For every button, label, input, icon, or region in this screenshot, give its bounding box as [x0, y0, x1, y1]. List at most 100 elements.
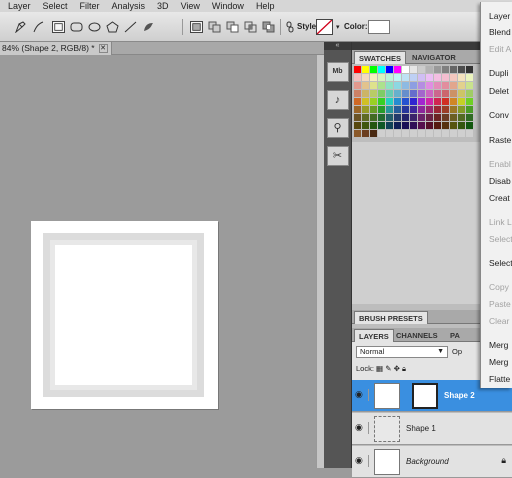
brush-icon[interactable]: ⚲ [326, 118, 349, 138]
swatch-cell[interactable] [410, 130, 417, 137]
swatch-cell[interactable] [450, 122, 457, 129]
swatch-cell[interactable] [354, 122, 361, 129]
swatch-cell[interactable] [426, 66, 433, 73]
swatch-cell[interactable] [426, 106, 433, 113]
custom-shape-icon[interactable] [142, 21, 155, 33]
menu-analysis[interactable]: Analysis [112, 0, 146, 12]
swatch-cell[interactable] [434, 130, 441, 137]
layer-name[interactable]: Shape 2 [444, 391, 475, 400]
swatch-cell[interactable] [450, 74, 457, 81]
swatch-cell[interactable] [426, 122, 433, 129]
swatch-cell[interactable] [450, 66, 457, 73]
subtract-shape-area-icon[interactable] [226, 21, 239, 33]
swatch-cell[interactable] [434, 122, 441, 129]
swatch-cell[interactable] [394, 66, 401, 73]
swatch-cell[interactable] [410, 98, 417, 105]
swatch-cell[interactable] [418, 98, 425, 105]
freeform-pen-icon[interactable] [32, 21, 45, 33]
swatch-cell[interactable] [402, 90, 409, 97]
lock-all-icon[interactable]: 🔒︎ [402, 364, 406, 373]
swatch-cell[interactable] [434, 82, 441, 89]
swatch-cell[interactable] [410, 122, 417, 129]
tab-brush-presets[interactable]: BRUSH PRESETS [354, 311, 428, 324]
add-shape-area-icon[interactable] [208, 21, 221, 33]
swatch-cell[interactable] [370, 106, 377, 113]
swatch-cell[interactable] [402, 130, 409, 137]
swatches-grid[interactable] [354, 66, 473, 137]
menu-item[interactable]: Layer [489, 11, 512, 21]
shape-layers-icon[interactable] [190, 21, 203, 33]
swatch-cell[interactable] [370, 130, 377, 137]
swatch-cell[interactable] [450, 130, 457, 137]
swatch-cell[interactable] [402, 114, 409, 121]
pen-icon[interactable] [14, 21, 27, 33]
menu-layer[interactable]: Layer [8, 0, 31, 12]
tab-navigator[interactable]: NAVIGATOR [408, 51, 460, 64]
swatch-cell[interactable] [402, 106, 409, 113]
swatch-cell[interactable] [466, 122, 473, 129]
swatch-cell[interactable] [354, 130, 361, 137]
swatch-cell[interactable] [426, 82, 433, 89]
swatch-cell[interactable] [370, 114, 377, 121]
menu-item[interactable]: Conv [489, 110, 512, 120]
menu-view[interactable]: View [181, 0, 200, 12]
menu-item[interactable]: Flatte [489, 374, 512, 384]
swatch-cell[interactable] [410, 90, 417, 97]
swatch-cell[interactable] [402, 74, 409, 81]
swatch-cell[interactable] [466, 82, 473, 89]
swatch-cell[interactable] [434, 98, 441, 105]
swatch-cell[interactable] [362, 66, 369, 73]
swatch-cell[interactable] [434, 106, 441, 113]
tools-icon[interactable]: ✂ [326, 146, 349, 166]
swatch-cell[interactable] [370, 122, 377, 129]
layer-name[interactable]: Background [406, 457, 449, 466]
swatch-cell[interactable] [426, 98, 433, 105]
swatch-cell[interactable] [466, 98, 473, 105]
swatch-cell[interactable] [370, 66, 377, 73]
swatch-cell[interactable] [458, 98, 465, 105]
menu-item[interactable]: Merg [489, 357, 512, 367]
swatch-cell[interactable] [386, 130, 393, 137]
menu-item[interactable]: Merg [489, 340, 512, 350]
intersect-shape-area-icon[interactable] [244, 21, 257, 33]
swatch-cell[interactable] [394, 90, 401, 97]
exclude-shape-area-icon[interactable] [262, 21, 275, 33]
color-swatch[interactable] [368, 20, 390, 34]
swatch-cell[interactable] [442, 74, 449, 81]
swatch-cell[interactable] [434, 66, 441, 73]
swatch-cell[interactable] [386, 114, 393, 121]
swatch-cell[interactable] [458, 90, 465, 97]
swatch-cell[interactable] [386, 122, 393, 129]
menu-window[interactable]: Window [212, 0, 244, 12]
swatch-cell[interactable] [426, 114, 433, 121]
swatch-cell[interactable] [386, 98, 393, 105]
swatch-cell[interactable] [378, 66, 385, 73]
swatch-cell[interactable] [450, 82, 457, 89]
swatch-cell[interactable] [362, 106, 369, 113]
swatch-cell[interactable] [394, 122, 401, 129]
swatch-cell[interactable] [386, 74, 393, 81]
swatch-cell[interactable] [362, 122, 369, 129]
swatch-cell[interactable] [450, 98, 457, 105]
swatch-cell[interactable] [410, 82, 417, 89]
swatch-cell[interactable] [418, 90, 425, 97]
swatch-cell[interactable] [466, 74, 473, 81]
swatch-cell[interactable] [386, 66, 393, 73]
swatch-cell[interactable] [362, 114, 369, 121]
swatch-cell[interactable] [458, 106, 465, 113]
swatch-cell[interactable] [442, 114, 449, 121]
swatch-cell[interactable] [458, 74, 465, 81]
swatch-cell[interactable] [458, 130, 465, 137]
swatch-cell[interactable] [370, 90, 377, 97]
swatch-cell[interactable] [378, 122, 385, 129]
swatch-cell[interactable] [458, 122, 465, 129]
swatch-cell[interactable] [466, 90, 473, 97]
swatch-cell[interactable] [410, 66, 417, 73]
swatch-cell[interactable] [386, 106, 393, 113]
ellipse-icon[interactable] [88, 21, 101, 33]
swatch-cell[interactable] [354, 106, 361, 113]
swatch-cell[interactable] [426, 130, 433, 137]
swatch-cell[interactable] [466, 66, 473, 73]
swatch-cell[interactable] [410, 106, 417, 113]
document-tab[interactable]: 84% (Shape 2, RGB/8) * ✕ [0, 42, 112, 55]
